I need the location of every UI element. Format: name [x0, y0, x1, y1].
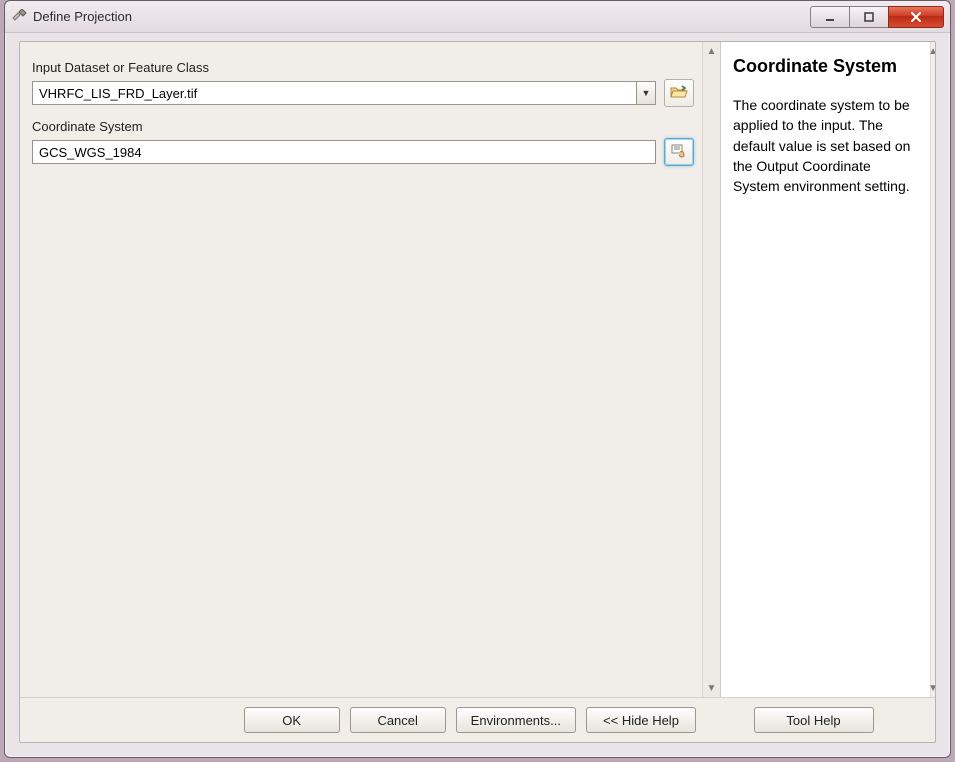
- coordinate-system-field[interactable]: [32, 140, 656, 164]
- tool-help-wrap: Tool Help: [706, 707, 921, 733]
- properties-hand-icon: [670, 143, 688, 162]
- coordinate-system-label: Coordinate System: [32, 119, 694, 134]
- coordinate-system-properties-button[interactable]: [664, 138, 694, 166]
- scroll-up-icon[interactable]: ▲: [703, 42, 720, 60]
- scroll-up-icon[interactable]: ▲: [931, 42, 935, 60]
- scroll-down-icon[interactable]: ▼: [931, 679, 935, 697]
- cancel-button[interactable]: Cancel: [350, 707, 446, 733]
- window-title: Define Projection: [33, 9, 132, 24]
- form-pane: Input Dataset or Feature Class ▼: [20, 42, 720, 697]
- hide-help-button[interactable]: << Hide Help: [586, 707, 696, 733]
- scroll-down-icon[interactable]: ▼: [703, 679, 720, 697]
- help-content: Coordinate System The coordinate system …: [721, 42, 930, 697]
- help-body: The coordinate system to be applied to t…: [733, 95, 918, 196]
- input-dataset-field[interactable]: [32, 81, 636, 105]
- input-dataset-label: Input Dataset or Feature Class: [32, 60, 694, 75]
- window-controls: [811, 6, 944, 28]
- browse-button[interactable]: [664, 79, 694, 107]
- help-title: Coordinate System: [733, 56, 918, 77]
- button-bar: OK Cancel Environments... << Hide Help T…: [20, 698, 935, 742]
- titlebar[interactable]: Define Projection: [5, 1, 950, 33]
- help-pane: Coordinate System The coordinate system …: [720, 42, 935, 697]
- dialog-window: Define Projection Input Dataset or Featu…: [4, 0, 951, 758]
- help-scrollbar[interactable]: ▲ ▼: [930, 42, 935, 697]
- client-area: Input Dataset or Feature Class ▼: [19, 41, 936, 743]
- input-dataset-row: ▼: [32, 79, 694, 107]
- environments-button[interactable]: Environments...: [456, 707, 576, 733]
- form-scrollbar[interactable]: ▲ ▼: [702, 42, 720, 697]
- hammer-icon: [11, 9, 27, 25]
- folder-open-icon: [670, 84, 688, 103]
- ok-button[interactable]: OK: [244, 707, 340, 733]
- minimize-button[interactable]: [810, 6, 850, 28]
- close-button[interactable]: [888, 6, 944, 28]
- input-dataset-combo[interactable]: ▼: [32, 81, 656, 105]
- upper-area: Input Dataset or Feature Class ▼: [20, 42, 935, 698]
- form-area: Input Dataset or Feature Class ▼: [20, 42, 702, 697]
- coordinate-system-row: [32, 138, 694, 166]
- maximize-button[interactable]: [849, 6, 889, 28]
- tool-help-button[interactable]: Tool Help: [754, 707, 874, 733]
- chevron-down-icon[interactable]: ▼: [636, 81, 656, 105]
